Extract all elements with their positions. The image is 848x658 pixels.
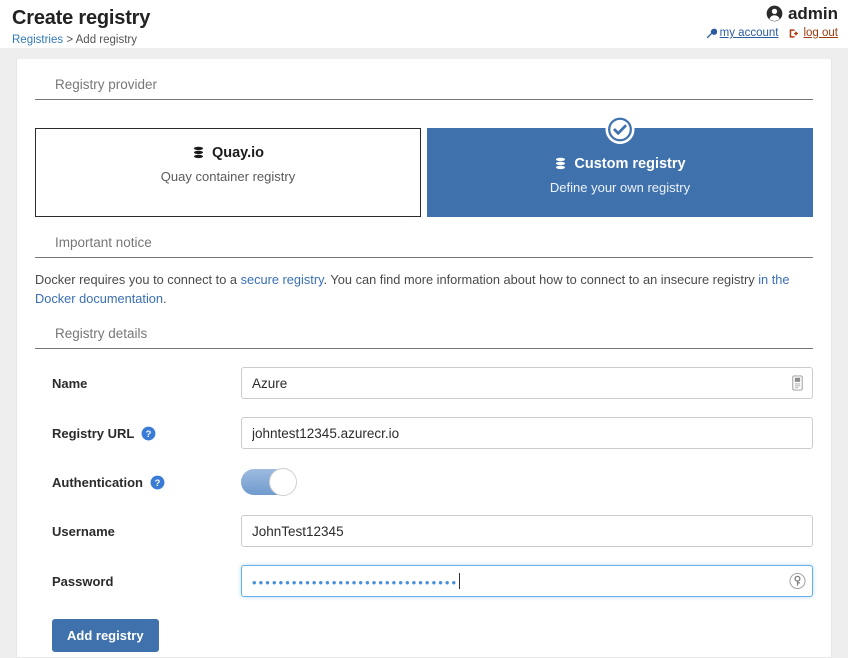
provider-card-custom-registry[interactable]: Custom registry Define your own registry (427, 115, 813, 217)
registry-form-panel: Registry provider Quay.io Quay container… (16, 59, 832, 658)
user-area: admin my account log out (706, 3, 838, 40)
name-label-text: Name (52, 375, 88, 391)
submit-row: Add registry (35, 619, 813, 652)
breadcrumb-current: Add registry (75, 34, 137, 46)
registry-url-input[interactable] (241, 417, 813, 449)
password-masked-value: ••••••••••••••••••••••••••••••• (252, 575, 459, 589)
wrench-icon (706, 28, 717, 39)
user-icon (766, 5, 783, 22)
logout-icon (789, 28, 800, 39)
database-icon (192, 146, 205, 160)
help-icon[interactable]: ? (141, 426, 156, 441)
svg-text:?: ? (146, 428, 152, 438)
authentication-label: Authentication ? (35, 475, 241, 490)
password-label-text: Password (52, 573, 114, 589)
name-label: Name (35, 376, 241, 391)
text-caret (459, 573, 461, 589)
database-icon (554, 157, 567, 171)
provider-quay-title-row: Quay.io (46, 144, 410, 162)
form-row-authentication: Authentication ? (35, 467, 813, 497)
form-row-name: Name (35, 367, 813, 399)
breadcrumb-separator: > (66, 34, 74, 46)
provider-custom-subtitle: Define your own registry (549, 180, 691, 195)
user-links: my account log out (706, 26, 838, 40)
add-registry-button[interactable]: Add registry (52, 619, 159, 652)
user-name-row: admin (706, 3, 838, 24)
name-field-wrap (241, 367, 813, 399)
section-title-important-notice: Important notice (35, 235, 813, 258)
selected-check-icon (605, 115, 635, 144)
password-input[interactable]: ••••••••••••••••••••••••••••••• (241, 565, 813, 597)
form-row-username: Username (35, 515, 813, 547)
password-key-icon[interactable] (789, 572, 806, 590)
section-title-registry-details: Registry details (35, 326, 813, 349)
help-icon[interactable]: ? (150, 475, 165, 490)
toggle-knob (269, 468, 297, 496)
form-row-password: Password ••••••••••••••••••••••••••••••• (35, 565, 813, 597)
username-label-text: Username (52, 523, 115, 539)
username-field-wrap (241, 515, 813, 547)
my-account-label: my account (719, 27, 779, 39)
page-body: Registry provider Quay.io Quay container… (0, 48, 848, 658)
provider-card-quay[interactable]: Quay.io Quay container registry (35, 128, 421, 217)
log-out-label: log out (803, 27, 838, 39)
form-row-registry-url: Registry URL ? (35, 417, 813, 449)
name-input[interactable] (241, 367, 813, 399)
section-registry-details: Registry details (35, 308, 813, 349)
username-input[interactable] (241, 515, 813, 547)
authentication-label-text: Authentication (52, 474, 143, 490)
registry-url-label: Registry URL ? (35, 426, 241, 441)
autofill-icon[interactable] (789, 375, 806, 392)
registry-url-label-text: Registry URL (52, 425, 135, 441)
notice-text-part1: Docker requires you to connect to a (35, 272, 241, 287)
provider-quay-title: Quay.io (211, 145, 265, 161)
user-name-label: admin (787, 4, 838, 23)
provider-quay-subtitle: Quay container registry (160, 169, 296, 184)
svg-text:?: ? (155, 477, 161, 487)
notice-text-part2: . You can find more information about ho… (323, 272, 759, 287)
password-label: Password (35, 574, 241, 589)
section-title-registry-provider: Registry provider (35, 77, 813, 100)
section-important-notice: Important notice (35, 217, 813, 258)
provider-custom-title-row: Custom registry (438, 155, 802, 173)
section-registry-provider: Registry provider (35, 59, 813, 100)
notice-paragraph: Docker requires you to connect to a secu… (35, 270, 813, 308)
authentication-toggle[interactable] (241, 468, 297, 496)
provider-card-list: Quay.io Quay container registry Custom r… (35, 115, 813, 217)
registry-url-field-wrap (241, 417, 813, 449)
secure-registry-link[interactable]: secure registry (241, 272, 324, 287)
notice-text-part3: . (163, 291, 167, 306)
password-field-wrap: ••••••••••••••••••••••••••••••• (241, 565, 813, 597)
breadcrumb-link-registries[interactable]: Registries (12, 34, 63, 46)
username-label: Username (35, 524, 241, 539)
my-account-link[interactable]: my account (706, 26, 779, 40)
page-header: Create registry Registries > Add registr… (0, 0, 848, 48)
provider-custom-title: Custom registry (574, 156, 686, 172)
log-out-link[interactable]: log out (789, 26, 838, 40)
